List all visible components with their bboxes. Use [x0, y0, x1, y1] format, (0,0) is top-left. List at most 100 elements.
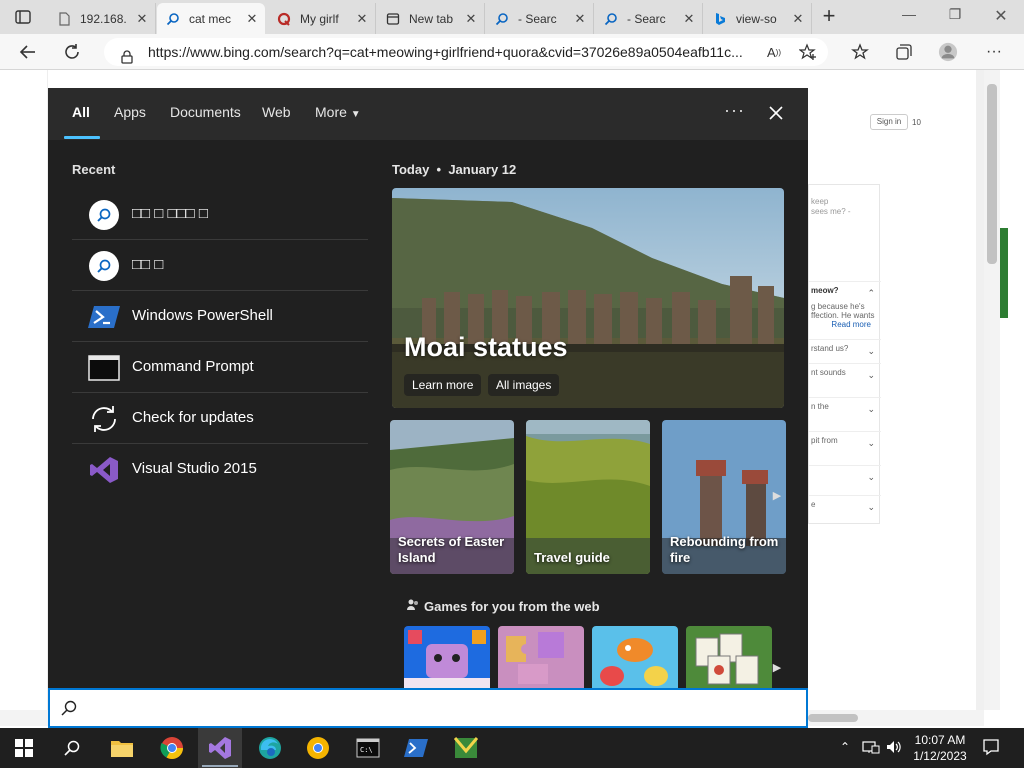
tab-all[interactable]: All	[72, 104, 90, 120]
close-tab-icon[interactable]: ✕	[682, 11, 696, 27]
profile-avatar-icon[interactable]	[938, 42, 958, 62]
search-scope-tabs: All Apps Documents Web More ▼ ···	[48, 88, 808, 140]
more-options-icon[interactable]: ···	[724, 100, 745, 121]
accordion-item[interactable]: nt sounds ⌄	[809, 363, 881, 397]
game-tile[interactable]	[404, 626, 490, 688]
tab-title: 192.168.	[80, 11, 127, 26]
recent-item[interactable]: Visual Studio 2015	[72, 444, 368, 495]
edge-icon[interactable]	[256, 734, 284, 762]
chrome-canary-icon[interactable]	[304, 734, 332, 762]
tab-more[interactable]: More ▼	[315, 104, 361, 120]
close-tab-icon[interactable]: ✕	[135, 11, 149, 27]
moai-hero-card[interactable]: Moai statues Learn more All images	[392, 188, 784, 408]
search-icon	[88, 199, 120, 231]
close-tab-icon[interactable]: ✕	[791, 11, 805, 27]
taskbar-search-icon[interactable]	[58, 734, 86, 762]
chevron-up-icon: ⌃	[867, 288, 875, 298]
tab-actions-icon[interactable]	[14, 8, 32, 26]
today-heading: Today • January 12	[392, 162, 517, 177]
learn-more-button[interactable]: Learn more	[404, 374, 482, 396]
games-icon	[406, 598, 420, 617]
notifications-icon[interactable]	[982, 738, 1000, 759]
windows-taskbar: C:\ ⌃ 10:07 AM 1/12/2023	[0, 728, 1024, 768]
game-tile[interactable]	[592, 626, 678, 688]
chevron-right-icon[interactable]: ▶	[768, 658, 786, 678]
today-date: January 12	[448, 162, 517, 177]
scrollbar-thumb[interactable]	[808, 714, 858, 722]
story-card[interactable]: Secrets of Easter Island	[390, 420, 514, 574]
tab-documents[interactable]: Documents	[170, 104, 241, 120]
recent-item[interactable]: Windows PowerShell	[72, 291, 368, 342]
command-prompt-icon[interactable]: C:\	[354, 734, 382, 762]
address-toolbar: https://www.bing.com/search?q=cat+meowin…	[0, 34, 1024, 70]
browser-tab[interactable]: view-so ✕	[704, 3, 812, 34]
add-favorite-icon[interactable]	[798, 42, 818, 62]
recent-item[interactable]: □□ □ □□□ □	[72, 189, 368, 240]
accordion-item[interactable]: pit from ⌄	[809, 431, 881, 465]
tab-title: My girlf	[300, 11, 339, 26]
panel-text: sees me? -	[811, 207, 851, 216]
chrome-icon[interactable]	[158, 734, 186, 762]
powershell-icon[interactable]	[402, 734, 430, 762]
recent-item[interactable]: Check for updates	[72, 393, 368, 444]
system-clock[interactable]: 10:07 AM 1/12/2023	[910, 732, 970, 764]
recent-item[interactable]: Command Prompt	[72, 342, 368, 393]
browser-tab[interactable]: New tab ✕	[377, 3, 485, 34]
file-explorer-icon[interactable]	[108, 734, 136, 762]
story-card[interactable]: Travel guide	[526, 420, 650, 574]
close-icon[interactable]	[764, 101, 788, 125]
close-tab-icon[interactable]: ✕	[245, 11, 259, 27]
new-tab-button[interactable]: +	[818, 5, 840, 28]
volume-icon[interactable]	[886, 740, 902, 757]
chevron-right-icon[interactable]: ▶	[768, 486, 786, 506]
panel-text: pit from	[811, 436, 838, 445]
card-title: Travel guide	[534, 550, 610, 565]
all-images-button[interactable]: All images	[488, 374, 560, 396]
tab-apps[interactable]: Apps	[114, 104, 146, 120]
panel-text: keep	[811, 197, 829, 206]
settings-more-icon[interactable]: ···	[984, 42, 1004, 62]
accordion-item[interactable]: e ⌄	[809, 495, 881, 525]
game-tile[interactable]	[498, 626, 584, 688]
back-arrow-icon[interactable]	[18, 42, 38, 62]
windows-start-icon[interactable]	[10, 734, 38, 762]
recent-item-label: Check for updates	[132, 409, 254, 426]
collections-icon[interactable]	[894, 42, 914, 62]
vertical-scrollbar[interactable]	[984, 70, 1000, 710]
recent-item[interactable]: □□ □	[72, 240, 368, 291]
close-tab-icon[interactable]: ✕	[573, 11, 587, 27]
visual-studio-icon[interactable]	[206, 734, 234, 762]
games-heading: Games for you from the web	[424, 599, 600, 614]
restore-icon[interactable]: ❐	[940, 6, 970, 28]
accordion-item[interactable]: n the ⌄	[809, 397, 881, 431]
app-icon[interactable]	[452, 734, 480, 762]
recent-item-label: Command Prompt	[132, 358, 254, 375]
accordion-item[interactable]: rstand us? ⌄	[809, 339, 881, 363]
game-tile[interactable]	[686, 626, 772, 688]
accordion-item[interactable]: meow? ⌃ g because he's ffection. He want…	[809, 281, 881, 345]
lock-icon[interactable]	[120, 45, 134, 66]
read-more-link[interactable]: Read more	[811, 320, 881, 329]
close-tab-icon[interactable]: ✕	[464, 11, 478, 27]
close-tab-icon[interactable]: ✕	[355, 11, 369, 27]
chevron-up-icon[interactable]: ⌃	[840, 740, 850, 754]
new-tab-icon	[385, 11, 401, 27]
network-icon[interactable]	[862, 740, 880, 757]
browser-tab[interactable]: - Searc ✕	[595, 3, 703, 34]
panel-text: ffection. He wants	[811, 311, 875, 320]
sign-in-button[interactable]: Sign in	[870, 114, 908, 130]
minimize-icon[interactable]: —	[894, 6, 924, 28]
read-aloud-icon[interactable]: A))	[764, 42, 784, 62]
refresh-icon[interactable]	[62, 42, 82, 62]
favorites-icon[interactable]	[850, 42, 870, 62]
browser-tab[interactable]: My girlf ✕	[268, 3, 376, 34]
browser-tab-active[interactable]: cat mec ✕	[157, 3, 265, 34]
url-input[interactable]: https://www.bing.com/search?q=cat+meowin…	[104, 38, 828, 66]
scrollbar-thumb[interactable]	[987, 84, 997, 264]
close-window-icon[interactable]: ✕	[986, 6, 1016, 28]
search-input[interactable]	[48, 688, 808, 728]
browser-tab[interactable]: - Searc ✕	[486, 3, 594, 34]
accordion-item[interactable]: ⌄	[809, 465, 881, 495]
tab-web[interactable]: Web	[262, 104, 291, 120]
browser-tab[interactable]: 192.168. ✕	[48, 3, 156, 34]
